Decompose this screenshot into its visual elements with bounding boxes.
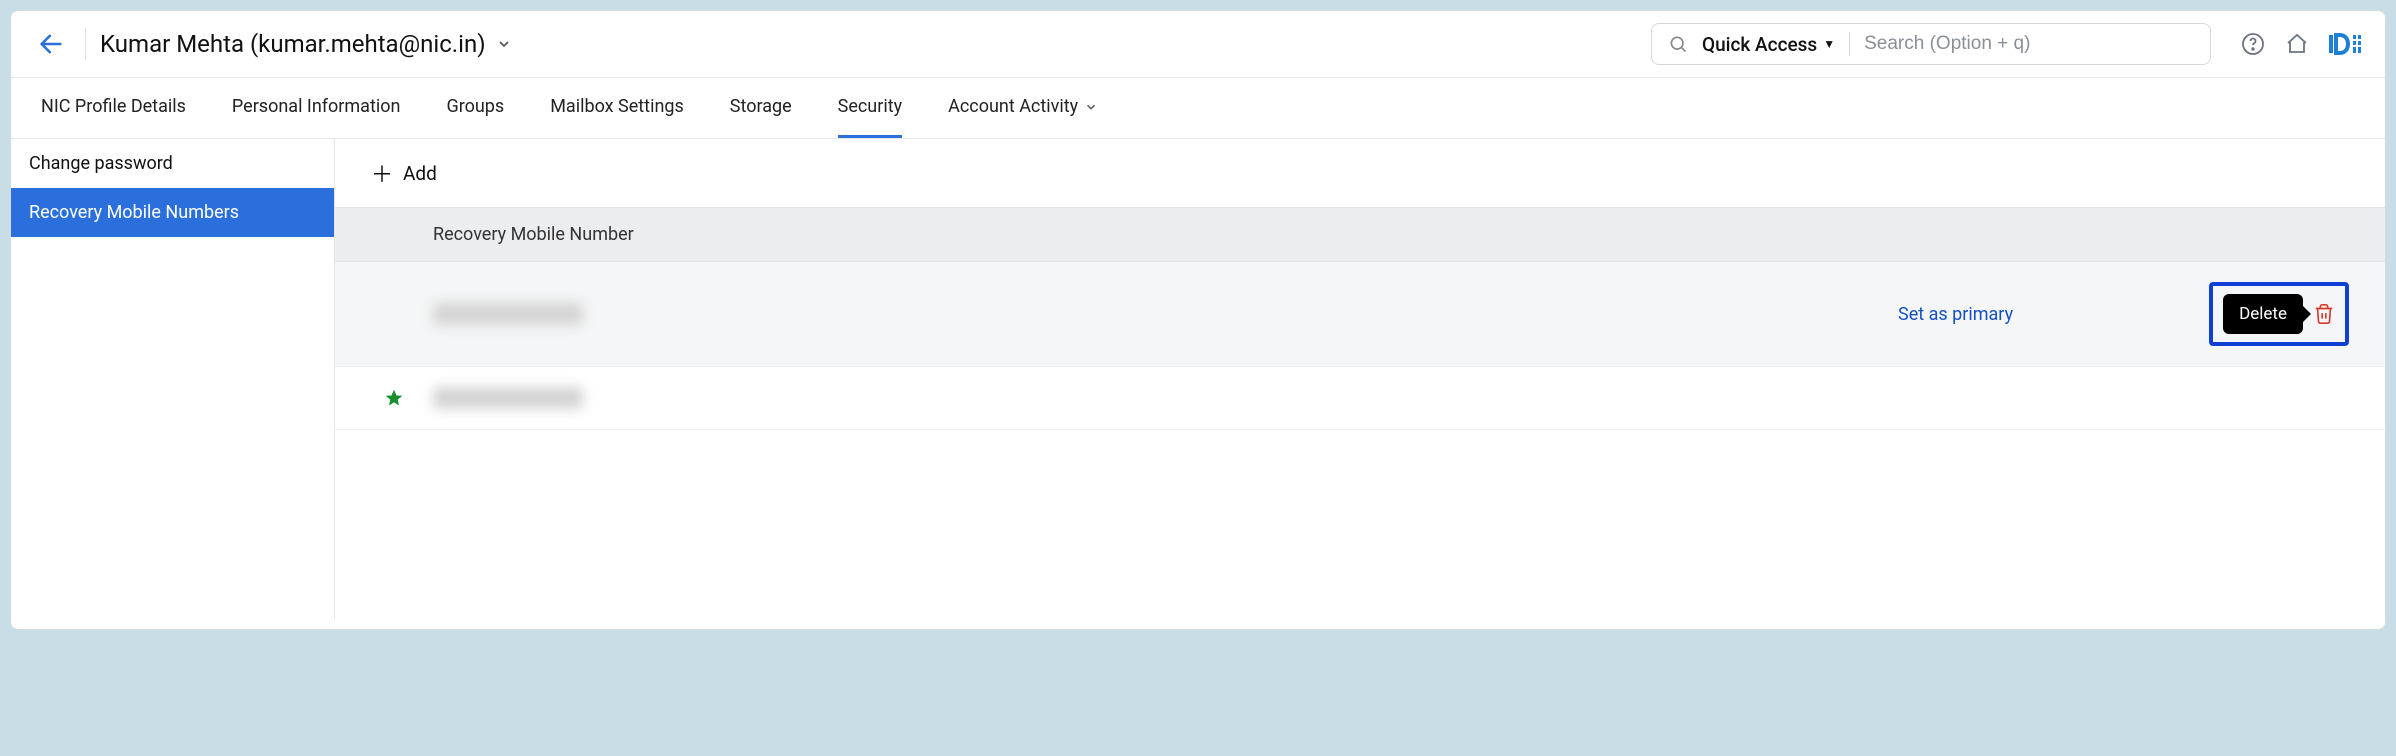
tab-security[interactable]: Security — [838, 78, 902, 138]
tab-mailbox-settings[interactable]: Mailbox Settings — [550, 78, 684, 138]
phone-number-redacted — [433, 387, 583, 409]
content-area: ＋ Add Recovery Mobile Number Set as prim… — [335, 139, 2385, 619]
brand-logo-icon — [2329, 31, 2365, 57]
tab-storage[interactable]: Storage — [730, 78, 792, 138]
body: Change password Recovery Mobile Numbers … — [11, 139, 2385, 619]
trash-icon — [2313, 303, 2335, 325]
quick-access-dropdown[interactable]: Quick Access ▼ — [1702, 33, 1835, 56]
chevron-down-icon — [496, 36, 512, 52]
table-row[interactable]: Set as primary Delete — [335, 262, 2385, 367]
divider — [1849, 32, 1850, 56]
add-button[interactable]: ＋ Add — [335, 139, 2385, 207]
quick-access-label: Quick Access — [1702, 33, 1817, 56]
search-icon — [1668, 34, 1688, 54]
nav-tabs: NIC Profile Details Personal Information… — [11, 78, 2385, 139]
phone-number-redacted — [433, 303, 583, 325]
divider — [85, 28, 86, 60]
search-input[interactable] — [1864, 33, 2194, 55]
caret-down-icon: ▼ — [1823, 37, 1835, 51]
sidebar-item-recovery-mobile[interactable]: Recovery Mobile Numbers — [11, 188, 334, 237]
sidebar: Change password Recovery Mobile Numbers — [11, 139, 335, 619]
user-title-dropdown[interactable]: Kumar Mehta (kumar.mehta@nic.in) — [100, 30, 512, 58]
plus-icon: ＋ — [371, 157, 393, 189]
help-icon — [2241, 32, 2265, 56]
home-icon — [2285, 32, 2309, 56]
help-button[interactable] — [2241, 32, 2265, 56]
top-icons — [2241, 31, 2365, 57]
table-row[interactable] — [335, 367, 2385, 430]
tab-nic-profile[interactable]: NIC Profile Details — [41, 78, 186, 138]
star-column — [371, 388, 417, 408]
sidebar-item-change-password[interactable]: Change password — [11, 139, 334, 188]
tab-groups[interactable]: Groups — [446, 78, 504, 138]
back-button[interactable] — [31, 24, 71, 64]
chevron-down-icon — [1084, 100, 1098, 114]
home-button[interactable] — [2285, 32, 2309, 56]
add-label: Add — [403, 162, 437, 185]
table-column-header: Recovery Mobile Number — [335, 207, 2385, 262]
brand-logo[interactable] — [2329, 31, 2365, 57]
delete-tooltip: Delete — [2223, 294, 2303, 334]
set-primary-link[interactable]: Set as primary — [1898, 304, 2013, 325]
app-window: Kumar Mehta (kumar.mehta@nic.in) Quick A… — [10, 10, 2386, 630]
star-icon — [384, 388, 404, 408]
page-title-text: Kumar Mehta (kumar.mehta@nic.in) — [100, 30, 486, 58]
arrow-left-icon — [37, 30, 65, 58]
tab-personal-info[interactable]: Personal Information — [232, 78, 401, 138]
search-bar: Quick Access ▼ — [1651, 23, 2211, 65]
tab-account-activity[interactable]: Account Activity — [948, 78, 1098, 138]
delete-button[interactable] — [2313, 303, 2335, 325]
delete-highlight: Delete — [2209, 282, 2349, 346]
topbar: Kumar Mehta (kumar.mehta@nic.in) Quick A… — [11, 11, 2385, 78]
